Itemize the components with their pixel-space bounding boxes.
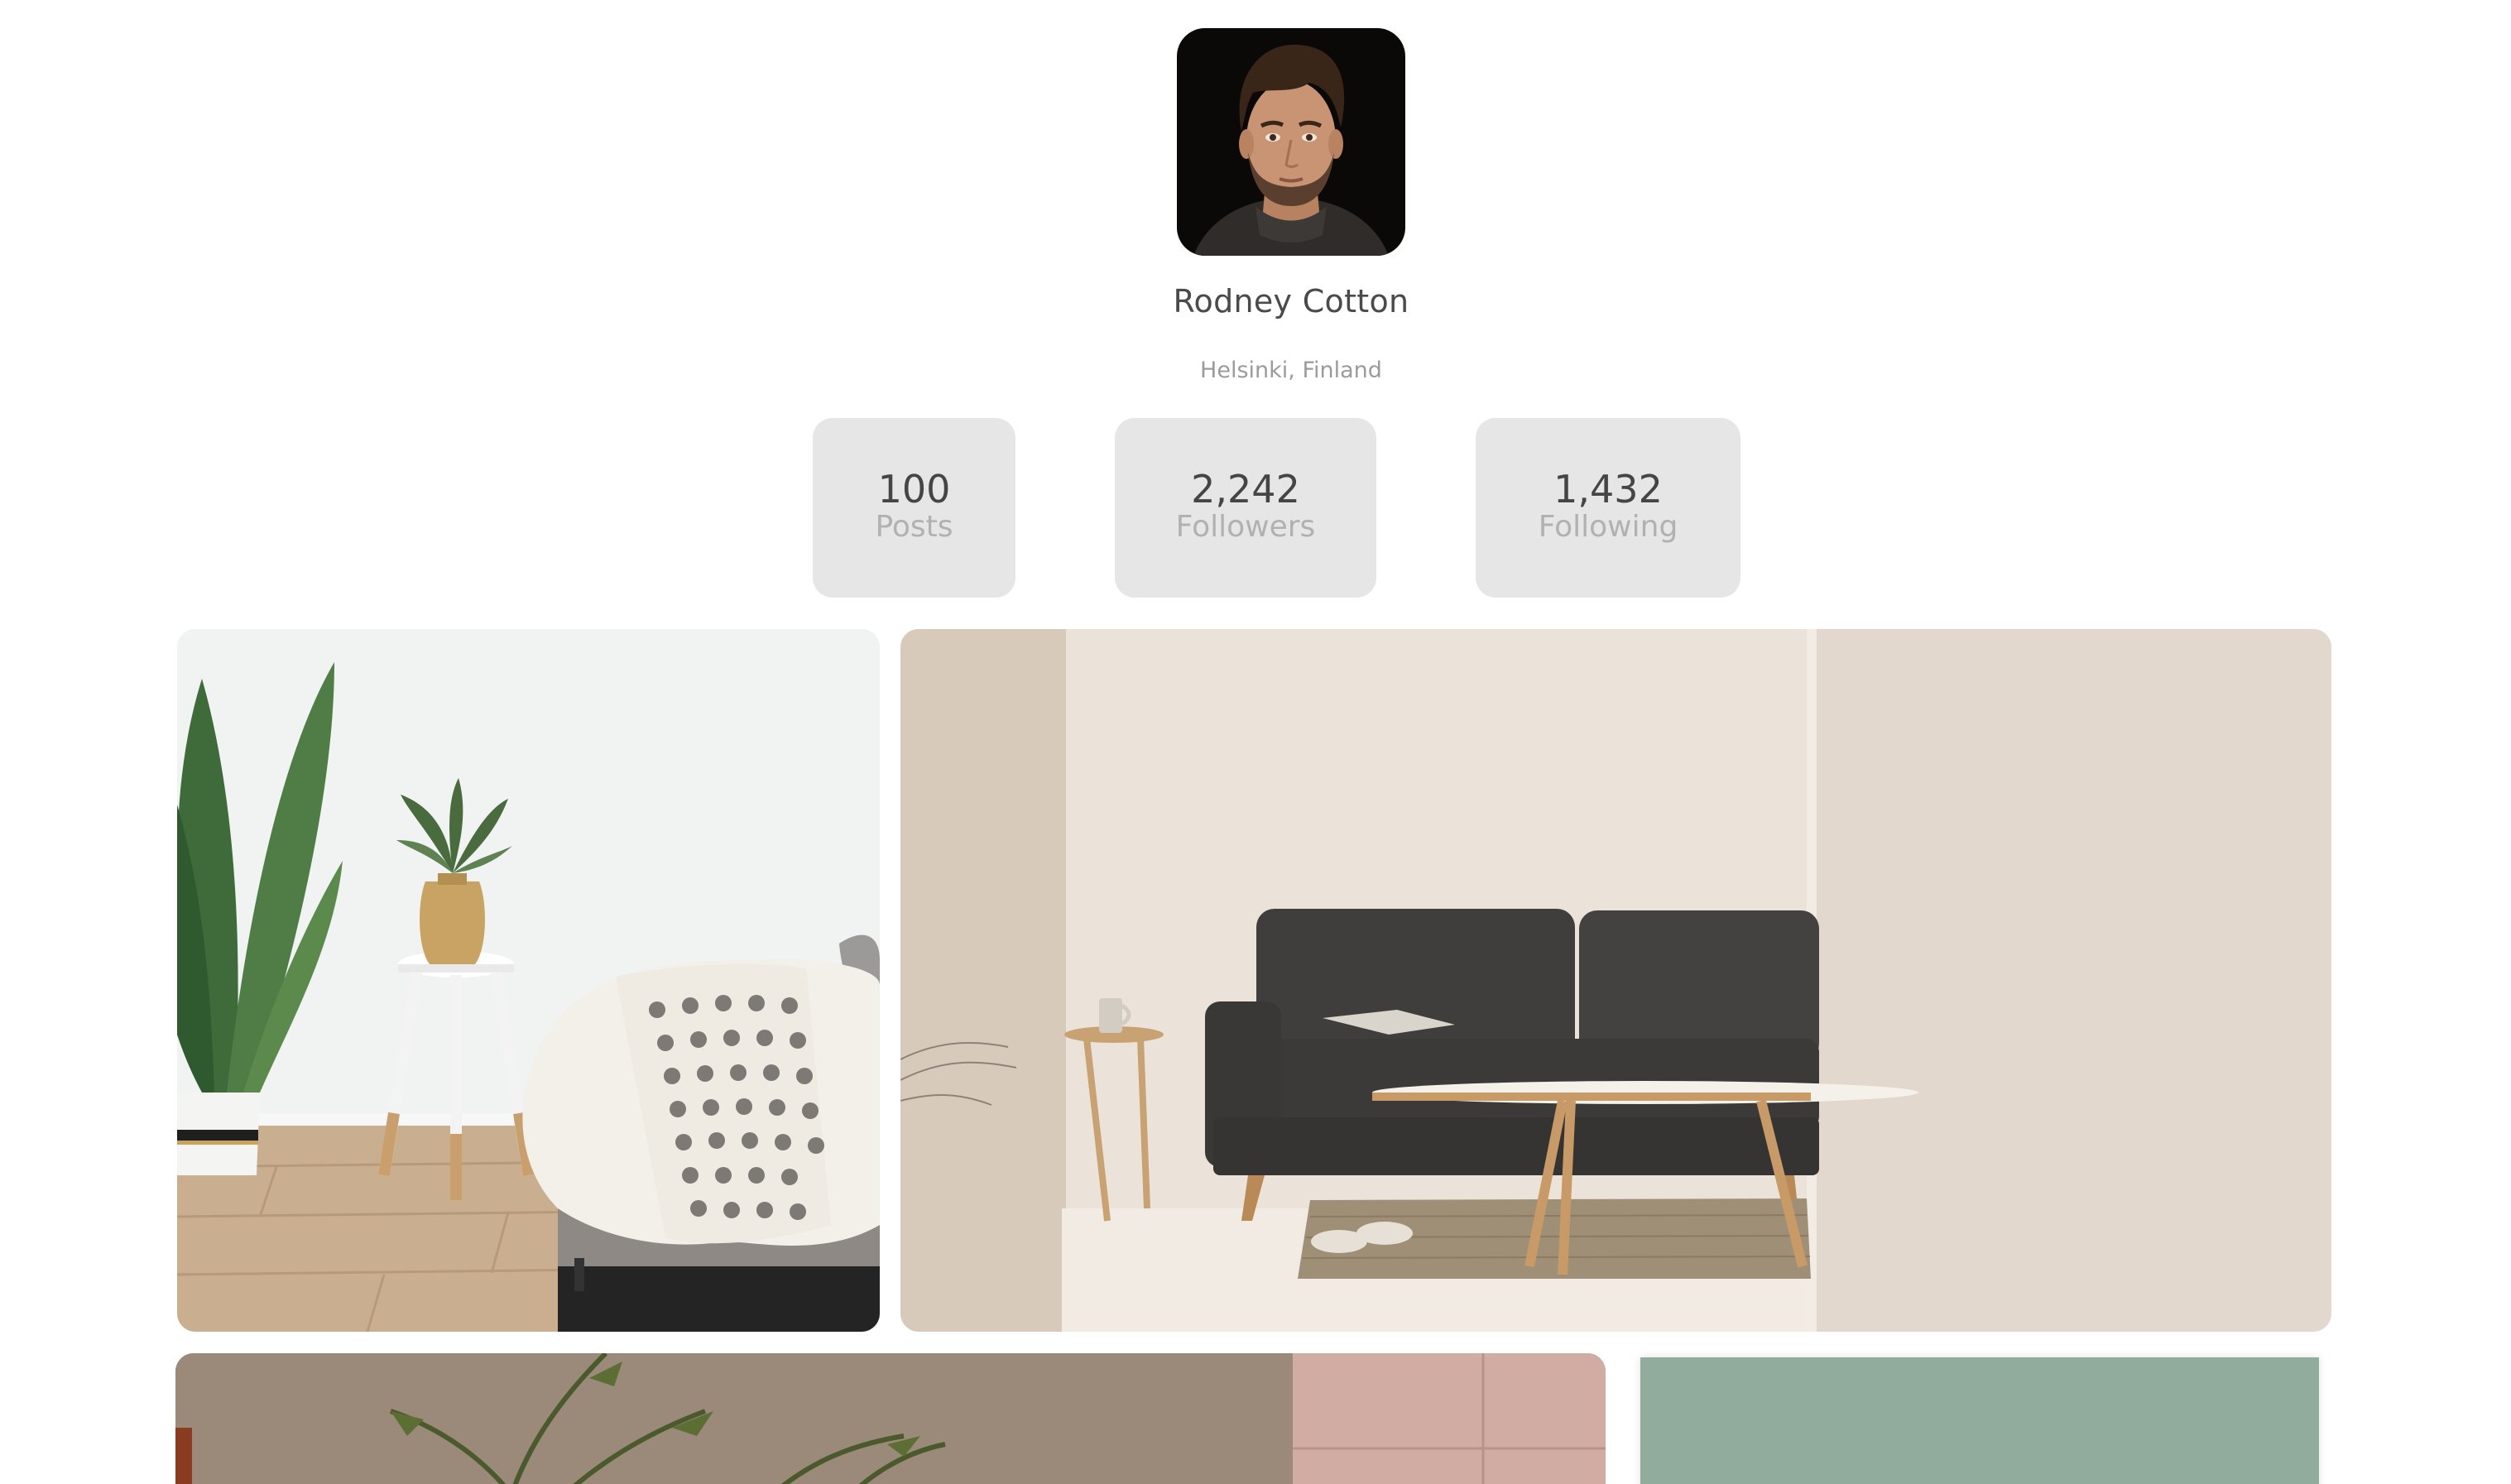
gallery-photo-1-image: [177, 629, 880, 1332]
stat-following[interactable]: 1,432 Following: [1476, 418, 1740, 598]
stat-posts[interactable]: 100 Posts: [813, 418, 1015, 598]
profile-page: Rodney Cotton Helsinki, Finland 100 Post…: [0, 0, 2511, 1484]
gallery-photo-2[interactable]: [900, 629, 2331, 1332]
avatar-image: [1177, 28, 1405, 256]
profile-location: Helsinki, Finland: [1200, 358, 1382, 383]
stat-posts-label: Posts: [875, 510, 953, 545]
gallery-photo-1[interactable]: [177, 629, 880, 1332]
profile-name: Rodney Cotton: [1173, 283, 1409, 319]
stat-followers-value: 2,242: [1191, 467, 1300, 511]
stat-followers-label: Followers: [1175, 510, 1316, 545]
gallery-photo-2-image: [900, 629, 2331, 1332]
stat-posts-value: 100: [877, 467, 951, 511]
stat-following-label: Following: [1538, 510, 1678, 545]
stat-following-value: 1,432: [1553, 467, 1663, 511]
gallery-photo-4-image: [1640, 1357, 2319, 1484]
stat-followers[interactable]: 2,242 Followers: [1115, 418, 1376, 598]
gallery-photo-3-image: [175, 1353, 1606, 1484]
gallery-photo-4[interactable]: [1640, 1357, 2319, 1484]
gallery-photo-3[interactable]: [175, 1353, 1606, 1484]
avatar[interactable]: [1177, 28, 1405, 256]
